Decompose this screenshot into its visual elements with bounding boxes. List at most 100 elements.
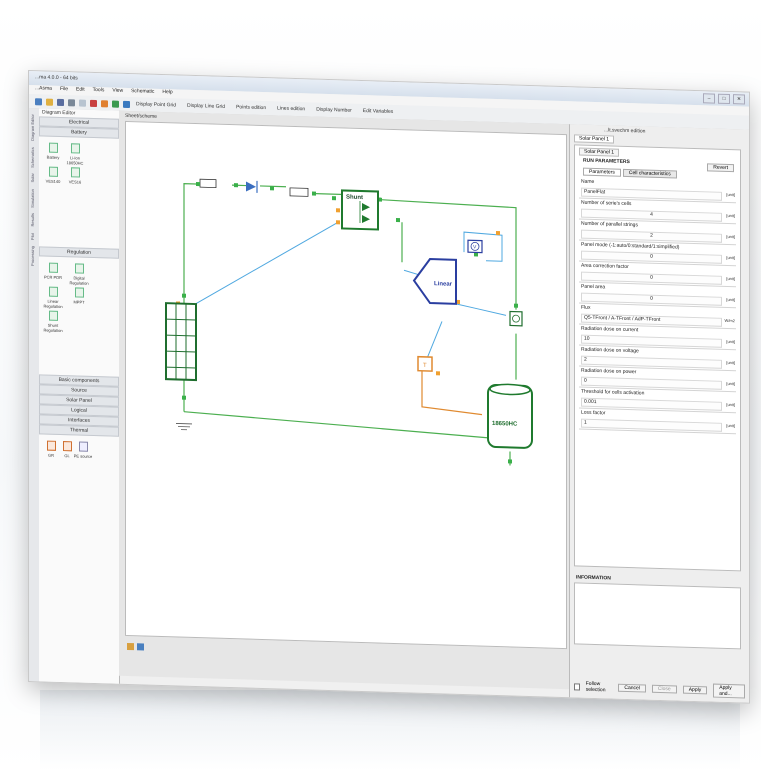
pad — [270, 186, 274, 191]
param-unit: [unit] — [726, 359, 735, 366]
param-label: Panel area — [581, 283, 606, 291]
palette-item-label: MPPT — [73, 299, 85, 305]
schematic-canvas[interactable]: Shunt Linear V T 18650HC — [125, 120, 567, 650]
lines-edition-button[interactable]: Lines edition — [277, 105, 305, 112]
new-file-icon[interactable] — [35, 97, 42, 105]
palette-item[interactable]: Digital Regulation — [69, 263, 89, 286]
stop-icon[interactable] — [112, 100, 119, 108]
save-icon[interactable] — [57, 98, 64, 106]
palette-item[interactable]: Li-Ion 18650HC — [65, 143, 85, 166]
param-label: Radiation dose on current — [581, 325, 639, 334]
edit-variables-button[interactable]: Edit Variables — [363, 108, 393, 115]
display-point-grid-button[interactable]: Display Point Grid — [136, 101, 176, 108]
resistor-icon[interactable] — [199, 178, 217, 189]
canvas-tools — [127, 642, 144, 651]
menu-edit[interactable]: Edit — [76, 86, 85, 95]
thermal-sensor[interactable]: T — [417, 355, 433, 372]
schematic-svg: Shunt Linear V T 18650HC — [165, 178, 533, 466]
apply-and-close-button[interactable]: Apply and... — [713, 683, 745, 699]
param-unit: [unit] — [726, 191, 735, 198]
palette-item-label: Digital Regulation — [69, 275, 89, 286]
component-palette: Diagram Editor Electrical Battery Batter… — [39, 108, 120, 684]
regulator-icon — [48, 286, 58, 297]
palette-item-label: Battery — [46, 154, 60, 160]
pad — [514, 303, 518, 308]
menu-file[interactable]: File — [60, 86, 68, 95]
palette-item[interactable]: VES140 — [43, 166, 63, 184]
shunt-regulator[interactable]: Shunt — [341, 189, 379, 231]
apply-button[interactable]: Apply — [682, 685, 708, 695]
properties-tab[interactable]: Solar Panel 1 — [574, 134, 615, 144]
component-subtab[interactable]: Solar Panel 1 — [579, 147, 620, 157]
param-label: Radiation dose on voltage — [581, 346, 639, 355]
param-unit: [unit] — [726, 401, 735, 408]
pad — [436, 371, 440, 376]
linear-regulator[interactable]: Linear — [412, 258, 457, 305]
cursor-icon[interactable] — [123, 100, 130, 108]
battery-icon — [48, 166, 58, 177]
cancel-button[interactable]: Cancel — [618, 683, 646, 693]
close-panel-button[interactable]: Close — [651, 684, 677, 694]
param-row: Loss factor 1 [unit] — [579, 408, 736, 435]
open-folder-icon[interactable] — [46, 98, 53, 106]
palette-item[interactable]: Shunt Regulation — [43, 310, 63, 333]
canvas-tab[interactable]: Sheet/scheme — [125, 113, 157, 120]
param-label: Panel mode (-1:auto/0:standard/1:simplif… — [581, 241, 680, 251]
thermal-icon — [46, 440, 56, 451]
revert-button[interactable]: Revert — [707, 163, 734, 173]
battery-icon — [70, 143, 80, 154]
palette-item-label: VES140 — [45, 178, 61, 184]
points-edition-button[interactable]: Points edition — [236, 104, 266, 111]
thermal-icon — [62, 441, 72, 452]
follow-selection-checkbox[interactable] — [574, 682, 580, 691]
copy-icon[interactable] — [79, 99, 86, 107]
minimize-button[interactable]: – — [703, 93, 715, 104]
palette-item[interactable]: PCR PDR — [43, 262, 63, 280]
vtab-plot[interactable]: Plot — [30, 233, 35, 240]
display-line-grid-button[interactable]: Display Line Grid — [187, 103, 225, 110]
vtab-schematics[interactable]: Schematics — [30, 147, 35, 168]
palette-item[interactable]: PE source — [73, 441, 93, 459]
solar-panel[interactable] — [165, 302, 197, 382]
param-unit: [unit] — [726, 233, 735, 240]
menu-help[interactable]: Help — [162, 89, 172, 98]
ammeter-icon[interactable] — [509, 310, 523, 327]
layer-icon[interactable] — [127, 642, 134, 651]
palette-item[interactable]: VES16 — [65, 167, 85, 185]
resistor-icon[interactable] — [289, 187, 309, 197]
palette-item[interactable]: MPPT — [69, 287, 89, 305]
wire — [183, 411, 507, 440]
palette-item-label: Shunt Regulation — [43, 322, 63, 334]
pad — [234, 183, 238, 188]
vtab-results[interactable]: Results — [30, 213, 35, 226]
diode-icon[interactable] — [246, 180, 258, 193]
signal-wire — [191, 221, 339, 307]
tab-cell-characteristics[interactable]: Cell characteristics — [622, 168, 677, 179]
vtab-simulation[interactable]: Simulation — [30, 189, 35, 208]
palette-item[interactable]: Battery — [43, 142, 63, 160]
tab-parameters[interactable]: Parameters — [583, 167, 621, 177]
vtab-processing[interactable]: Processing — [30, 246, 35, 266]
param-unit: W/m2 — [724, 317, 735, 324]
menu-tools[interactable]: Tools — [93, 87, 105, 96]
battery-cell[interactable]: 18650HC — [487, 383, 533, 449]
param-label: Flux — [581, 304, 591, 311]
palette-item-label: Linear Regulation — [43, 298, 63, 310]
run-icon[interactable] — [101, 99, 108, 107]
source-icon — [78, 441, 88, 452]
display-number-button[interactable]: Display Number — [316, 107, 352, 114]
shunt-label: Shunt — [346, 195, 363, 202]
vtab-solar[interactable]: Solar — [30, 173, 35, 182]
voltmeter-icon[interactable]: V — [467, 239, 483, 254]
grid-icon[interactable] — [137, 643, 144, 651]
menu-app[interactable]: ...Asma — [35, 85, 52, 95]
param-value-field[interactable]: 1 — [581, 418, 722, 432]
vtab-diagram[interactable]: Diagram Editor — [30, 114, 35, 141]
palette-item[interactable]: Linear Regulation — [43, 286, 63, 309]
close-button[interactable]: ✕ — [733, 94, 745, 105]
maximize-button[interactable]: □ — [718, 93, 730, 105]
delete-icon[interactable] — [90, 99, 97, 107]
menu-view[interactable]: View — [112, 88, 123, 97]
properties-panel: ...lt.svechm edition Solar Panel 1 Solar… — [569, 124, 749, 703]
print-icon[interactable] — [68, 98, 75, 106]
